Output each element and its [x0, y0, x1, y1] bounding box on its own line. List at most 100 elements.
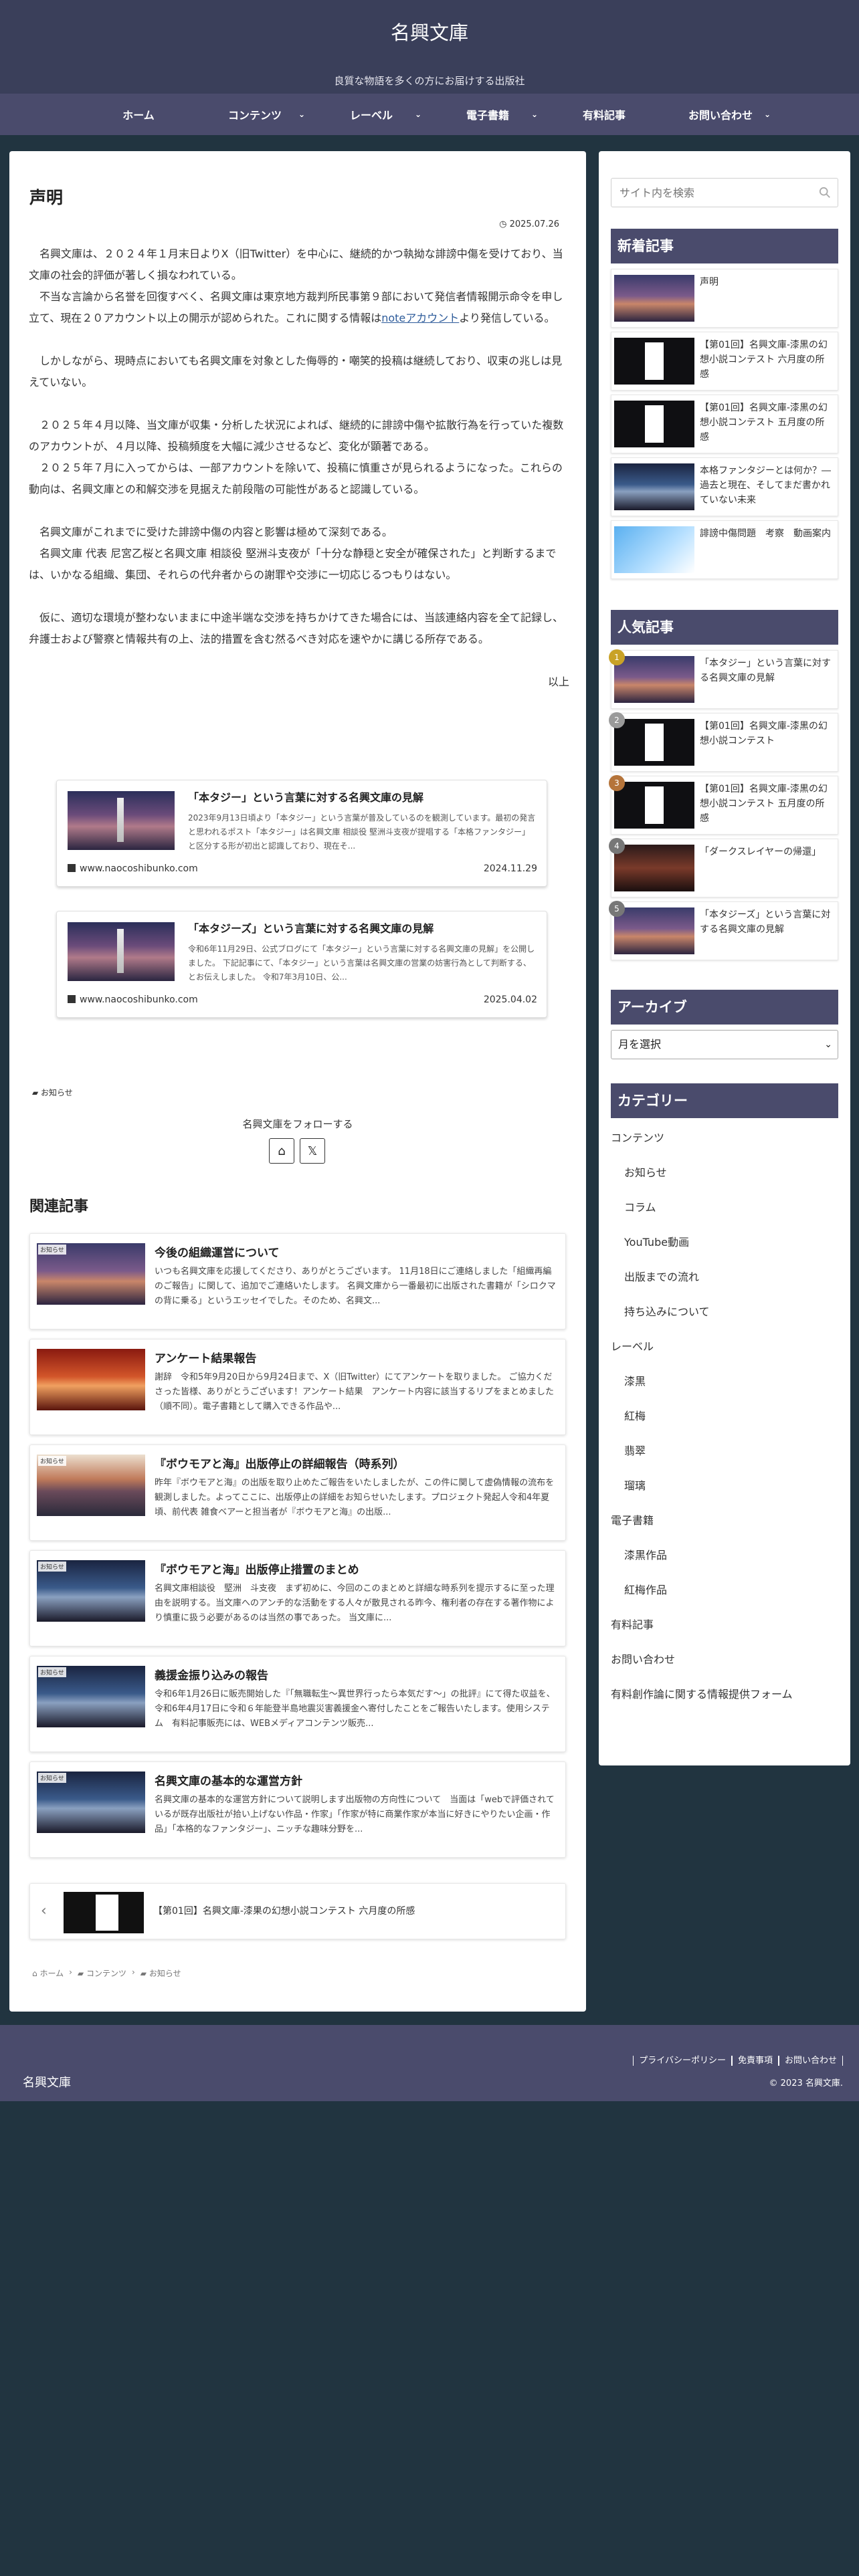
prev-post-thumbnail	[64, 1892, 144, 1933]
contact-link[interactable]: お問い合わせ	[778, 2053, 843, 2066]
post-thumbnail	[614, 401, 694, 447]
x-icon: 𝕏	[307, 1144, 318, 1158]
note-account-link[interactable]: noteアカウント	[381, 312, 459, 324]
post-thumbnail	[614, 907, 694, 954]
nav-item-home[interactable]: ホーム	[80, 94, 197, 135]
new-posts-heading: 新着記事	[611, 229, 838, 263]
page-title: 声明	[29, 188, 64, 207]
blogcard-date: 2025.04.02	[483, 994, 537, 1005]
search-icon[interactable]	[819, 187, 831, 199]
popular-post-item[interactable]: 2 【第01回】名興文庫-漆黒の幻想小説コンテスト	[609, 712, 838, 772]
related-card[interactable]: アンケート結果報告 謝辞 令和5年9月20日から9月24日まで、X（旧Twitt…	[29, 1339, 566, 1435]
closing-text: 以上	[547, 675, 569, 688]
related-thumbnail: お知らせ	[37, 1243, 145, 1305]
prev-post-link[interactable]: ‹ 【第01回】名興文庫-漆果の幻想小説コンテスト 六月度の所感	[29, 1883, 566, 1939]
popular-post-item[interactable]: 3 【第01回】名興文庫-漆黒の幻想小説コンテスト 五月度の所感	[609, 775, 838, 835]
x-follow-button[interactable]: 𝕏	[300, 1138, 325, 1164]
search-input[interactable]	[611, 179, 805, 207]
category-item[interactable]: 持ち込みについて	[611, 1295, 838, 1329]
blogcard-snippet: 2023年9月13日頃より「本タジー」という言葉が普及しているのを観測しています…	[188, 813, 536, 851]
follow-title: 名興文庫をフォローする	[242, 1118, 353, 1130]
nav-item-contents[interactable]: コンテンツ ⌄	[197, 94, 313, 135]
related-card[interactable]: お知らせ 義援金振り込みの報告 令和6年1月26日に販売開始した『「無職転生〜異…	[29, 1656, 566, 1752]
category-item[interactable]: 漆黒	[611, 1364, 838, 1399]
category-item[interactable]: 紅梅作品	[611, 1573, 838, 1608]
category-item[interactable]: 電子書籍	[611, 1503, 838, 1538]
post-thumbnail	[614, 275, 694, 322]
popular-post-item[interactable]: 4 「ダークスレイヤーの帰還」	[609, 838, 838, 897]
category-item[interactable]: 翡翠	[611, 1434, 838, 1469]
nav-item-ebooks[interactable]: 電子書籍 ⌄	[430, 94, 546, 135]
category-item[interactable]: コンテンツ	[611, 1121, 838, 1156]
paragraph: ２０２５年４月以降、当文庫が収集・分析した状況によれば、継続的に誹謗中傷や拡散行…	[29, 419, 564, 453]
post-title: 「本タジー」という言葉に対する名興文庫の見解	[700, 658, 831, 683]
related-card-snippet: いつも名興文庫を応援してくださり、ありがとうございます。 11月18日にご連絡し…	[155, 1267, 556, 1306]
nav-label: 有料記事	[582, 109, 626, 122]
disclaimer-link[interactable]: 免責事項	[731, 2053, 779, 2066]
post-title: 【第01回】名興文庫-漆黒の幻想小説コンテスト	[700, 721, 828, 746]
nav-item-contact[interactable]: お問い合わせ ⌄	[662, 94, 779, 135]
nav-label: 電子書籍	[466, 109, 509, 122]
related-card[interactable]: お知らせ 今後の組織運営について いつも名興文庫を応援してくださり、ありがとうご…	[29, 1233, 566, 1329]
category-badge: お知らせ	[38, 1773, 66, 1783]
related-card[interactable]: お知らせ 『ボウモアと海』出版停止の詳細報告（時系列） 昨年『ボウモアと海』の出…	[29, 1444, 566, 1541]
footer-site-name[interactable]: 名興文庫	[23, 2073, 71, 2090]
related-card-title: 今後の組織運営について	[155, 1247, 280, 1260]
blogcard[interactable]: 「本タジーズ」という言葉に対する名興文庫の見解 令和6年11月29日、公式ブログ…	[56, 911, 547, 1018]
blogcard-site: www.naocoshibunko.com	[68, 994, 198, 1005]
category-item[interactable]: 有料創作論に関する情報提供フォーム	[611, 1677, 838, 1712]
new-post-item[interactable]: 【第01回】名興文庫-漆黒の幻想小説コンテスト 五月度の所感	[611, 395, 838, 453]
nav-item-paid-articles[interactable]: 有料記事	[546, 94, 662, 135]
related-card-snippet: 名興文庫相談役 堅洲 斗支夜 まず初めに、今回のこのまとめと詳細な時系列を提示す…	[155, 1584, 555, 1623]
main-content: 声明 ◷ 2025.07.26 名興文庫は、２０２４年１月末日よりX（旧Twit…	[9, 151, 586, 2012]
category-item[interactable]: 紅梅	[611, 1399, 838, 1434]
archive-select-value: 月を選択	[618, 1038, 662, 1051]
archive-select[interactable]: 月を選択 ⌄	[611, 1030, 838, 1059]
home-follow-button[interactable]: ⌂	[269, 1138, 294, 1164]
rank-badge: 3	[609, 775, 625, 791]
home-icon: ⌂	[278, 1144, 286, 1158]
related-card[interactable]: お知らせ 『ボウモアと海』出版停止措置のまとめ 名興文庫相談役 堅洲 斗支夜 ま…	[29, 1550, 566, 1646]
category-item[interactable]: YouTube動画	[611, 1225, 838, 1260]
category-tag[interactable]: ▰ お知らせ	[32, 1087, 73, 1098]
new-post-item[interactable]: 【第01回】名興文庫-漆黒の幻想小説コンテスト 六月度の所感	[611, 332, 838, 391]
category-item[interactable]: レーベル	[611, 1329, 838, 1364]
related-card[interactable]: お知らせ 名興文庫の基本的な運営方針 名興文庫の基本的な運営方針について説明しま…	[29, 1761, 566, 1858]
category-item[interactable]: 瑠璃	[611, 1469, 838, 1503]
post-title: 【第01回】名興文庫-漆黒の幻想小説コンテスト 五月度の所感	[700, 403, 828, 443]
breadcrumb-news[interactable]: ▰ お知らせ	[140, 1967, 181, 1979]
paragraph: ２０２５年７月に入ってからは、一部アカウントを除いて、投稿に慎重さが見られるよう…	[29, 461, 563, 496]
site-title[interactable]: 名興文庫	[0, 17, 859, 45]
category-item[interactable]: 有料記事	[611, 1608, 838, 1642]
category-item[interactable]: お問い合わせ	[611, 1642, 838, 1677]
chevron-left-icon: ‹	[41, 1903, 47, 1919]
category-item[interactable]: コラム	[611, 1190, 838, 1225]
popular-post-item[interactable]: 1 「本タジー」という言葉に対する名興文庫の見解	[609, 649, 838, 709]
blogcard-thumbnail	[68, 922, 175, 981]
blogcard-title: 「本タジー」という言葉に対する名興文庫の見解	[188, 791, 424, 804]
related-card-snippet: 令和6年1月26日に販売開始した『「無職転生〜異世界行ったら本気だす〜」の批評』…	[155, 1689, 555, 1729]
new-post-item[interactable]: 誹謗中傷問題 考察 動画案内	[611, 520, 838, 579]
breadcrumb-home[interactable]: ⌂ ホーム	[32, 1967, 64, 1979]
nav-label: ホーム	[122, 109, 155, 122]
related-thumbnail: お知らせ	[37, 1772, 145, 1833]
new-post-item[interactable]: 本格ファンタジーとは何か？―過去と現在、そしてまだ書かれていない未来	[611, 457, 838, 516]
clock-icon: ◷	[499, 219, 510, 229]
blogcard-site-text: www.naocoshibunko.com	[80, 994, 198, 1005]
category-item[interactable]: 出版までの流れ	[611, 1260, 838, 1295]
footer-link-label: 免責事項	[731, 2056, 779, 2066]
new-post-item[interactable]: 声明	[611, 269, 838, 328]
category-item[interactable]: 漆黒作品	[611, 1538, 838, 1573]
post-thumbnail	[614, 463, 694, 510]
breadcrumb-label: お知らせ	[149, 1969, 181, 1978]
category-item[interactable]: お知らせ	[611, 1156, 838, 1190]
popular-post-item[interactable]: 5 「本タジーズ」という言葉に対する名興文庫の見解	[609, 901, 838, 960]
post-title: 「ダークスレイヤーの帰還」	[700, 847, 822, 857]
blogcard[interactable]: 「本タジー」という言葉に対する名興文庫の見解 2023年9月13日頃より「本タジ…	[56, 780, 547, 887]
post-thumbnail	[614, 338, 694, 385]
rank-badge: 2	[609, 712, 625, 728]
category-badge: お知らせ	[38, 1667, 66, 1677]
privacy-policy-link[interactable]: プライバシーポリシー	[633, 2053, 732, 2066]
nav-item-labels[interactable]: レーベル ⌄	[313, 94, 430, 135]
breadcrumb-contents[interactable]: ▰ コンテンツ	[78, 1967, 126, 1979]
